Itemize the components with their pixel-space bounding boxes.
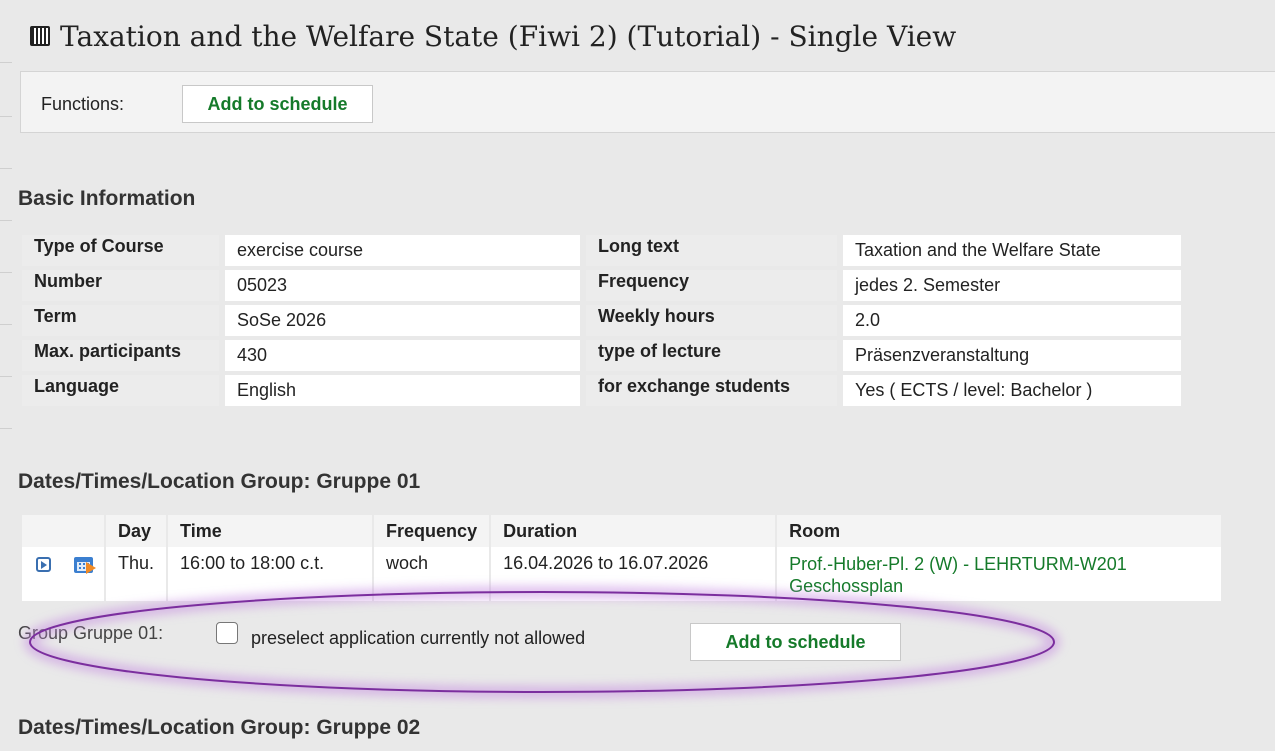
group-label: Group Gruppe 01:	[18, 623, 164, 643]
field-label: for exchange students	[598, 376, 791, 396]
value-cell: English	[225, 375, 580, 406]
label-cell: Type of Course	[22, 235, 219, 266]
table-row: Thu. 16:00 to 18:00 c.t. woch 16.04.2026…	[22, 547, 1224, 601]
label-cell: Term	[22, 305, 219, 336]
label-cell: Max. participants	[22, 340, 219, 371]
label-cell: Frequency	[586, 270, 837, 301]
table-row: Term SoSe 2026 Weekly hours 2.0	[22, 305, 1181, 336]
field-value: Präsenzveranstaltung	[855, 345, 1030, 365]
group-01-heading: Dates/Times/Location Group: Gruppe 01	[18, 470, 421, 493]
field-value: English	[237, 380, 297, 400]
floor-plan-link[interactable]: Geschossplan	[789, 575, 1209, 597]
value-cell: SoSe 2026	[225, 305, 580, 336]
cell-time: 16:00 to 18:00 c.t.	[167, 547, 375, 601]
value-cell: jedes 2. Semester	[843, 270, 1181, 301]
cell-room: Prof.-Huber-Pl. 2 (W) - LEHRTURM-W201 Ge…	[776, 547, 1224, 601]
column-header-frequency: Frequency	[373, 515, 492, 547]
label-cell: Language	[22, 375, 219, 406]
value-cell: Yes ( ECTS / level: Bachelor )	[843, 375, 1181, 406]
functions-bar: Functions: Add to schedule	[20, 71, 1275, 133]
icon-column-header	[22, 515, 107, 547]
calendar-export-icon[interactable]	[74, 553, 97, 575]
table-row: Number 05023 Frequency jedes 2. Semester	[22, 270, 1181, 301]
label-cell: for exchange students	[586, 375, 837, 406]
value-cell: 05023	[225, 270, 580, 301]
field-value: Yes ( ECTS / level: Bachelor )	[855, 380, 1093, 400]
field-value: 2.0	[855, 310, 881, 330]
column-header-time: Time	[167, 515, 375, 547]
cell-day: Thu.	[105, 547, 169, 601]
field-label: Term	[34, 306, 77, 326]
divider	[0, 168, 12, 169]
divider	[0, 220, 12, 221]
label-cell: Number	[22, 270, 219, 301]
value-cell: exercise course	[225, 235, 580, 266]
value-cell: Präsenzveranstaltung	[843, 340, 1181, 371]
field-label: Long text	[598, 236, 679, 256]
column-header-duration: Duration	[490, 515, 778, 547]
column-header-room: Room	[776, 515, 1224, 547]
expand-arrow-icon[interactable]	[36, 556, 51, 572]
field-value: Taxation and the Welfare State	[855, 240, 1101, 260]
label-cell: Weekly hours	[586, 305, 837, 336]
divider	[0, 324, 12, 325]
page-title: Taxation and the Welfare State (Fiwi 2) …	[30, 12, 956, 60]
divider	[0, 272, 12, 273]
value-cell: 2.0	[843, 305, 1181, 336]
column-header-day: Day	[105, 515, 169, 547]
dates-table-group-01: Day Time Frequency Duration Room Thu. 16…	[22, 515, 1224, 601]
field-label: Weekly hours	[598, 306, 715, 326]
room-link[interactable]: Prof.-Huber-Pl. 2 (W) - LEHRTURM-W201	[789, 553, 1209, 575]
table-row: Max. participants 430 type of lecture Präse…	[22, 340, 1181, 371]
add-to-schedule-button[interactable]: Add to schedule	[182, 85, 373, 123]
field-label: Frequency	[598, 271, 690, 291]
label-cell: Long text	[586, 235, 837, 266]
group-02-heading: Dates/Times/Location Group: Gruppe 02	[18, 716, 421, 739]
cell-frequency: woch	[373, 547, 492, 601]
group-add-to-schedule-button[interactable]: Add to schedule	[690, 623, 901, 661]
field-label: Language	[34, 376, 120, 396]
value-cell: Taxation and the Welfare State	[843, 235, 1181, 266]
field-label: Type of Course	[34, 236, 164, 256]
divider	[0, 116, 12, 117]
field-label: type of lecture	[598, 341, 722, 361]
field-value: exercise course	[237, 240, 364, 260]
preselect-status-text: preselect application currently not allo…	[251, 628, 586, 648]
functions-label: Functions:	[41, 94, 125, 114]
field-value: jedes 2. Semester	[855, 275, 1001, 295]
basic-information-heading: Basic Information	[18, 187, 196, 210]
field-value: 05023	[237, 275, 288, 295]
divider	[0, 428, 12, 429]
field-value: SoSe 2026	[237, 310, 327, 330]
field-label: Max. participants	[34, 341, 182, 361]
table-row: Type of Course exercise course Long text Ta…	[22, 235, 1181, 266]
table-row: Language English for exchange students Yes …	[22, 375, 1181, 406]
cell-duration: 16.04.2026 to 16.07.2026	[490, 547, 778, 601]
divider	[0, 62, 12, 63]
value-cell: 430	[225, 340, 580, 371]
preselect-checkbox[interactable]	[216, 622, 238, 644]
qr-code-icon	[30, 26, 50, 46]
label-cell: type of lecture	[586, 340, 837, 371]
divider	[0, 376, 12, 377]
row-actions	[22, 547, 107, 601]
table-header-row: Day Time Frequency Duration Room	[22, 515, 1224, 547]
field-label: Number	[34, 271, 103, 291]
field-value: 430	[237, 345, 268, 365]
basic-information-table: Type of Course exercise course Long text Ta…	[22, 231, 1181, 410]
page-title-text: Taxation and the Welfare State (Fiwi 2) …	[60, 19, 957, 53]
